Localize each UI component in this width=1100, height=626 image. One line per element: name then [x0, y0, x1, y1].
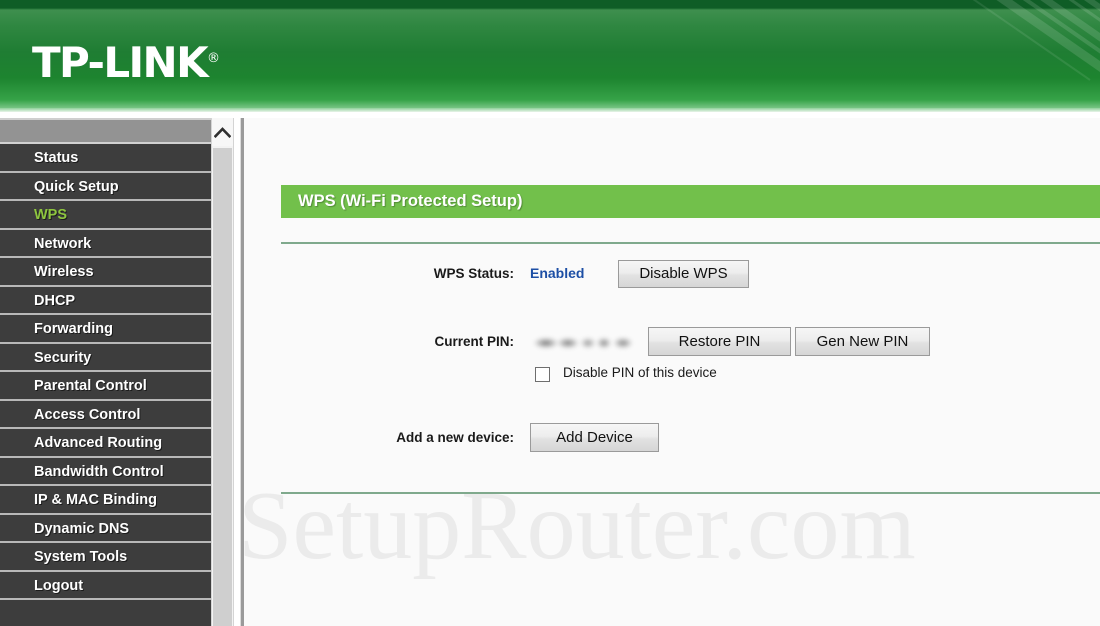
add-device-button[interactable]: Add Device	[530, 423, 659, 452]
disable-wps-button[interactable]: Disable WPS	[618, 260, 749, 288]
sidebar-item-system-tools[interactable]: System Tools	[0, 543, 211, 572]
pin-blur-overlay	[530, 330, 640, 356]
sidebar-item-forwarding[interactable]: Forwarding	[0, 315, 211, 344]
main-content: SetupRouter.com WPS (Wi-Fi Protected Set…	[244, 118, 1100, 626]
sidebar-item-quick-setup[interactable]: Quick Setup	[0, 172, 211, 201]
disable-pin-checkbox-label: Disable PIN of this device	[563, 365, 717, 380]
sidebar-navigation: Status Quick Setup WPS Network Wireless DHCP F…	[0, 118, 211, 626]
disable-pin-checkbox[interactable]	[535, 367, 550, 382]
sidebar-item-security[interactable]: Security	[0, 343, 211, 372]
registered-trademark-mark: ®	[207, 51, 221, 66]
scroll-up-arrow-icon[interactable]	[212, 118, 233, 146]
sidebar-item-status[interactable]: Status	[0, 144, 211, 173]
header-decorative-streaks	[972, 0, 1100, 81]
add-new-device-label: Add a new device:	[396, 430, 514, 445]
sidebar-item-bandwidth-control[interactable]: Bandwidth Control	[0, 457, 211, 486]
sidebar-item-logout[interactable]: Logout	[0, 571, 211, 600]
top-divider-rule	[281, 242, 1100, 244]
current-pin-label: Current PIN:	[434, 334, 514, 349]
sidebar-item-advanced-routing[interactable]: Advanced Routing	[0, 429, 211, 458]
sidebar-menu-list: Status Quick Setup WPS Network Wireless DHCP F…	[0, 144, 211, 600]
wps-status-label: WPS Status:	[433, 266, 514, 281]
page-body: Status Quick Setup WPS Network Wireless DHCP F…	[0, 112, 1100, 626]
current-pin-value-redacted	[530, 330, 640, 356]
sidebar-item-ip-mac-binding[interactable]: IP & MAC Binding	[0, 486, 211, 515]
sidebar-item-access-control[interactable]: Access Control	[0, 400, 211, 429]
tp-link-logo: TP-LINK®	[32, 42, 220, 84]
gen-new-pin-button[interactable]: Gen New PIN	[795, 327, 930, 356]
brand-name: TP-LINK	[32, 38, 209, 87]
sidebar-top-band	[0, 120, 211, 144]
router-admin-page: TP-LINK® Status Quick Setup WPS Network Wire…	[0, 0, 1100, 626]
sidebar-item-dynamic-dns[interactable]: Dynamic DNS	[0, 514, 211, 543]
page-title: WPS (Wi-Fi Protected Setup)	[281, 185, 1100, 218]
wps-status-value: Enabled	[530, 265, 585, 281]
sidebar-item-wireless[interactable]: Wireless	[0, 258, 211, 287]
restore-pin-button[interactable]: Restore PIN	[648, 327, 791, 356]
bottom-divider-rule	[281, 492, 1100, 494]
scrollbar-thumb[interactable]	[213, 148, 232, 626]
page-header: TP-LINK®	[0, 0, 1100, 112]
sidebar-item-parental-control[interactable]: Parental Control	[0, 372, 211, 401]
sidebar-scrollbar[interactable]	[211, 118, 234, 626]
sidebar-item-wps[interactable]: WPS	[0, 201, 211, 230]
sidebar-item-network[interactable]: Network	[0, 229, 211, 258]
sidebar-item-dhcp[interactable]: DHCP	[0, 286, 211, 315]
site-watermark: SetupRouter.com	[244, 472, 916, 580]
